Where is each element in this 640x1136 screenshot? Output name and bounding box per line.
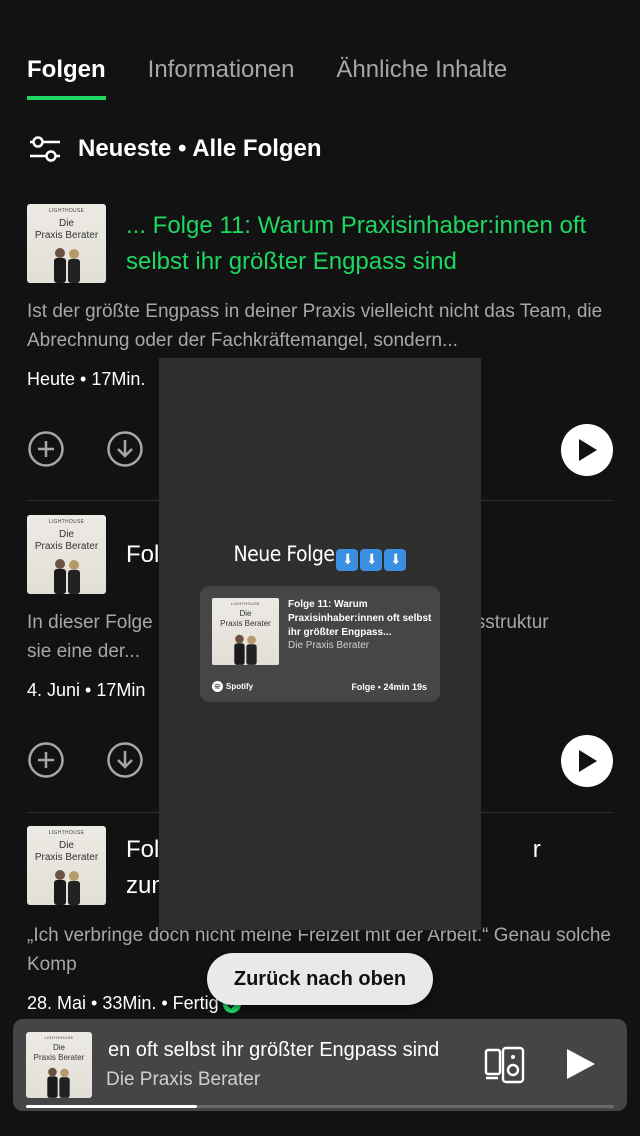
sort-filter[interactable]: Neueste • Alle Folgen bbox=[28, 134, 322, 164]
mini-player-show: Die Praxis Berater bbox=[106, 1069, 261, 1090]
filter-sliders-icon bbox=[30, 136, 60, 162]
cover-people-image bbox=[54, 559, 80, 594]
cover-title: Die Praxis Berater bbox=[34, 529, 99, 552]
tab-informationen[interactable]: Informationen bbox=[148, 56, 295, 100]
cover-title: Die Praxis Berater bbox=[33, 1043, 85, 1062]
connect-device-icon[interactable] bbox=[483, 1045, 529, 1085]
tab-aehnliche-inhalte[interactable]: Ähnliche Inhalte bbox=[336, 56, 507, 100]
story-title: Neue Folge ⬇ ⬇ ⬇ bbox=[159, 542, 481, 571]
cover-people-image bbox=[54, 870, 80, 905]
download-icon[interactable] bbox=[106, 741, 144, 779]
cover-people-image bbox=[47, 1067, 70, 1098]
play-button[interactable] bbox=[561, 735, 613, 787]
episode-cover: LIGHTHOUSE Die Praxis Berater bbox=[27, 826, 106, 905]
cover-people-image bbox=[234, 634, 257, 665]
episode-cover: LIGHTHOUSE Die Praxis Berater bbox=[27, 204, 106, 283]
filter-label: Neueste • Alle Folgen bbox=[78, 135, 322, 162]
share-story-preview: Neue Folge ⬇ ⬇ ⬇ LIGHTHOUSE Die Praxis Berat… bbox=[159, 358, 481, 930]
add-to-library-icon[interactable] bbox=[27, 741, 65, 779]
play-icon bbox=[579, 750, 597, 772]
play-icon bbox=[579, 439, 597, 461]
cover-brand: LIGHTHOUSE bbox=[48, 830, 85, 836]
episode-cover: LIGHTHOUSE Die Praxis Berater bbox=[27, 515, 106, 594]
episode-description: Ist der größte Engpass in deiner Praxis … bbox=[27, 301, 603, 351]
tab-folgen[interactable]: Folgen bbox=[27, 56, 106, 100]
mini-player-cover: LIGHTHOUSE Die Praxis Berater bbox=[26, 1032, 92, 1098]
play-button[interactable] bbox=[561, 424, 613, 476]
cover-brand: LIGHTHOUSE bbox=[48, 208, 85, 214]
share-card-show: Die Praxis Berater bbox=[288, 640, 370, 651]
cover-brand: LIGHTHOUSE bbox=[44, 1035, 74, 1040]
cover-brand: LIGHTHOUSE bbox=[230, 601, 260, 606]
cover-brand: LIGHTHOUSE bbox=[48, 519, 85, 525]
cover-people-image bbox=[54, 248, 80, 283]
cover-title: Die Praxis Berater bbox=[34, 840, 99, 863]
down-arrow-icon: ⬇ bbox=[360, 549, 383, 571]
mini-player-play-icon[interactable] bbox=[560, 1045, 598, 1083]
share-card-cover: LIGHTHOUSE Die Praxis Berater bbox=[212, 598, 279, 665]
tab-bar: Folgen Informationen Ähnliche Inhalte bbox=[27, 56, 507, 100]
mini-player-title: en oft selbst ihr größter Engpass sind bbox=[108, 1039, 440, 1061]
episode-title[interactable]: Fol bbox=[126, 537, 159, 594]
episode-title[interactable]: ... Folge 11: Warum Praxisinhaber:innen … bbox=[126, 208, 613, 283]
share-card-duration: Folge • 24min 19s bbox=[351, 682, 427, 692]
cover-title: Die Praxis Berater bbox=[220, 609, 271, 628]
add-to-library-icon[interactable] bbox=[27, 430, 65, 468]
download-icon[interactable] bbox=[106, 430, 144, 468]
spotify-logo-icon bbox=[212, 681, 223, 692]
cover-title: Die Praxis Berater bbox=[34, 218, 99, 241]
share-card[interactable]: LIGHTHOUSE Die Praxis Berater Folge 11: W… bbox=[200, 586, 440, 702]
mini-player-progress bbox=[26, 1105, 614, 1108]
spotify-brand: Spotify bbox=[212, 681, 253, 692]
share-card-title: Folge 11: Warum Praxisinhaber:innen oft … bbox=[288, 599, 432, 638]
down-arrow-icon: ⬇ bbox=[336, 549, 359, 571]
mini-player[interactable]: LIGHTHOUSE Die Praxis Berater en oft selb… bbox=[13, 1019, 627, 1111]
down-arrow-icon: ⬇ bbox=[384, 549, 407, 571]
back-to-top-button[interactable]: Zurück nach oben bbox=[207, 953, 433, 1005]
mini-player-progress-fill bbox=[26, 1105, 197, 1108]
